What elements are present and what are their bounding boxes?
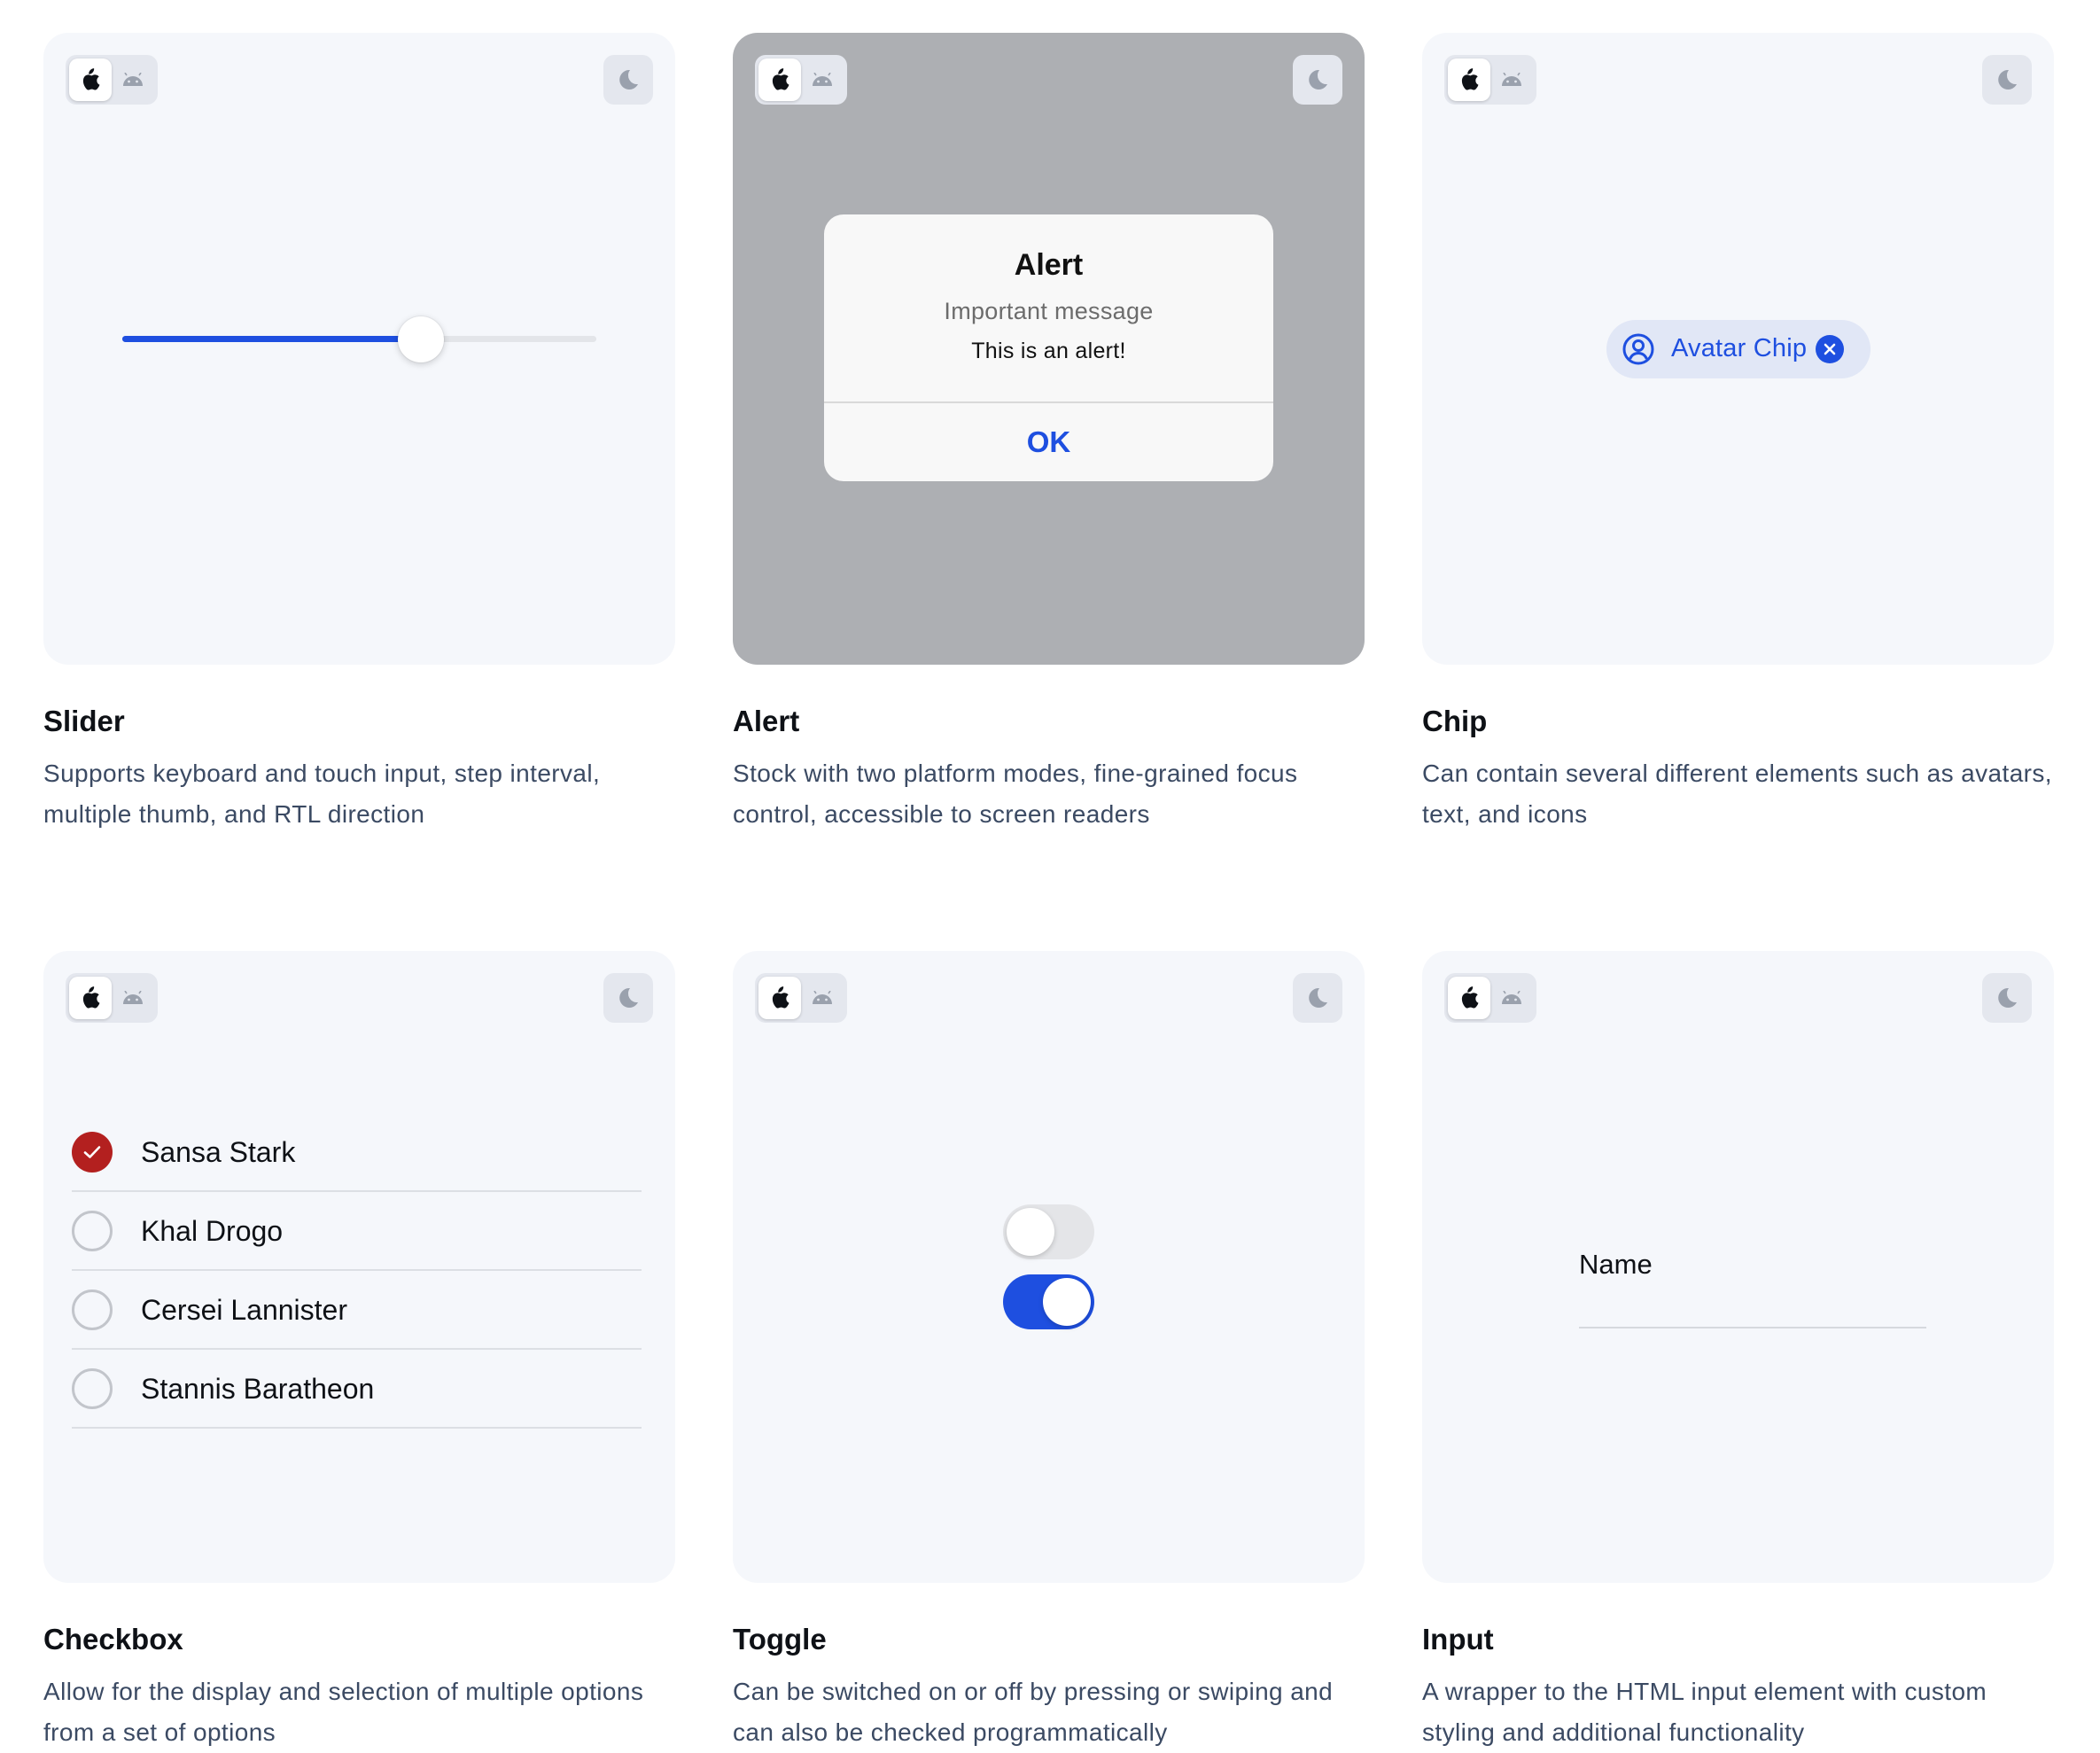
- slider-preview-card: [43, 33, 675, 665]
- checkbox-label: Sansa Stark: [141, 1136, 296, 1168]
- alert-header: Alert: [1014, 248, 1084, 282]
- ios-mode-button[interactable]: [758, 977, 801, 1019]
- checkbox-preview-card: Sansa Stark Khal Drogo Cersei Lannister …: [43, 951, 675, 1583]
- ios-mode-button[interactable]: [1448, 977, 1490, 1019]
- avatar-chip[interactable]: Avatar Chip: [1606, 320, 1871, 378]
- user-avatar-icon: [1622, 333, 1654, 365]
- checkbox-label: Stannis Baratheon: [141, 1373, 375, 1405]
- ios-mode-button[interactable]: [1448, 58, 1490, 101]
- card-description: Can be switched on or off by pressing or…: [733, 1678, 1334, 1746]
- android-mode-button[interactable]: [112, 58, 154, 101]
- card-description: Stock with two platform modes, fine-grai…: [733, 760, 1298, 828]
- ios-mode-button[interactable]: [758, 58, 801, 101]
- moon-icon: [619, 69, 638, 90]
- dark-mode-button[interactable]: [1293, 55, 1342, 105]
- checkbox-label: Cersei Lannister: [141, 1294, 347, 1326]
- android-icon: [1502, 73, 1521, 86]
- card-title: Checkbox: [43, 1623, 183, 1656]
- moon-icon: [1998, 69, 2017, 90]
- toggle-preview-card: [733, 951, 1365, 1583]
- alert-preview-card: Alert Important message This is an alert…: [733, 33, 1365, 665]
- name-input[interactable]: [1579, 1288, 1926, 1328]
- apple-icon: [82, 986, 100, 1009]
- checkbox[interactable]: [72, 1211, 113, 1251]
- checkbox-item[interactable]: Cersei Lannister: [72, 1271, 642, 1350]
- moon-icon: [1309, 69, 1327, 90]
- card-title: Slider: [43, 705, 125, 737]
- checkbox-item[interactable]: Stannis Baratheon: [72, 1350, 642, 1429]
- card-title: Chip: [1422, 705, 1488, 737]
- android-icon: [813, 73, 832, 86]
- ios-mode-button[interactable]: [69, 58, 112, 101]
- chip-label: Avatar Chip: [1671, 334, 1808, 362]
- card-description: Supports keyboard and touch input, step …: [43, 760, 601, 828]
- alert-ok-button[interactable]: OK: [824, 403, 1273, 481]
- card-description: Can contain several different elements s…: [1422, 760, 2052, 828]
- close-icon: [1824, 343, 1836, 355]
- card-title: Toggle: [733, 1623, 827, 1656]
- moon-icon: [619, 987, 638, 1008]
- apple-icon: [82, 68, 100, 90]
- toggle-knob: [1007, 1208, 1054, 1256]
- dark-mode-button[interactable]: [1982, 973, 2032, 1023]
- card-description: Allow for the display and selection of m…: [43, 1678, 644, 1746]
- alert-sub-header: Important message: [944, 298, 1154, 324]
- android-mode-button[interactable]: [801, 977, 844, 1019]
- checkbox[interactable]: [72, 1289, 113, 1330]
- android-mode-button[interactable]: [801, 58, 844, 101]
- android-mode-button[interactable]: [1490, 977, 1533, 1019]
- slider-fill: [122, 336, 422, 342]
- chip-preview-card: Avatar Chip: [1422, 33, 2054, 665]
- android-icon: [1502, 991, 1521, 1004]
- card-description: A wrapper to the HTML input element with…: [1422, 1678, 1987, 1746]
- android-icon: [123, 73, 143, 86]
- android-icon: [123, 991, 143, 1004]
- apple-icon: [772, 986, 789, 1009]
- slider-thumb[interactable]: [398, 316, 445, 362]
- android-mode-button[interactable]: [112, 977, 154, 1019]
- input-preview-card: Name: [1422, 951, 2054, 1583]
- checkbox[interactable]: [72, 1132, 113, 1173]
- moon-icon: [1998, 987, 2017, 1008]
- platform-switch: [66, 55, 158, 105]
- platform-switch: [1444, 55, 1536, 105]
- checkbox-item[interactable]: Khal Drogo: [72, 1192, 642, 1271]
- platform-switch: [1444, 973, 1536, 1023]
- toggle-knob: [1043, 1278, 1091, 1326]
- slider-track[interactable]: [122, 316, 596, 362]
- toggle-switch[interactable]: [1003, 1274, 1094, 1329]
- dark-mode-button[interactable]: [1293, 973, 1342, 1023]
- dark-mode-button[interactable]: [603, 55, 653, 105]
- alert-message: This is an alert!: [971, 339, 1126, 363]
- card-title: Alert: [733, 705, 800, 737]
- chip-close-button[interactable]: [1816, 335, 1844, 363]
- checkmark-icon: [83, 1146, 101, 1158]
- toggle-switch[interactable]: [1003, 1204, 1094, 1259]
- ios-mode-button[interactable]: [69, 977, 112, 1019]
- dark-mode-button[interactable]: [1982, 55, 2032, 105]
- input-label: Name: [1579, 1249, 1653, 1280]
- alert-dialog: Alert Important message This is an alert…: [824, 214, 1273, 481]
- platform-switch: [755, 973, 847, 1023]
- platform-switch: [66, 973, 158, 1023]
- apple-icon: [1461, 68, 1479, 90]
- checkbox-label: Khal Drogo: [141, 1215, 284, 1247]
- card-title: Input: [1422, 1623, 1494, 1656]
- apple-icon: [1461, 986, 1479, 1009]
- moon-icon: [1309, 987, 1327, 1008]
- android-icon: [813, 991, 832, 1004]
- dark-mode-button[interactable]: [603, 973, 653, 1023]
- platform-switch: [755, 55, 847, 105]
- android-mode-button[interactable]: [1490, 58, 1533, 101]
- checkbox[interactable]: [72, 1368, 113, 1409]
- apple-icon: [772, 68, 789, 90]
- checkbox-item[interactable]: Sansa Stark: [72, 1113, 642, 1192]
